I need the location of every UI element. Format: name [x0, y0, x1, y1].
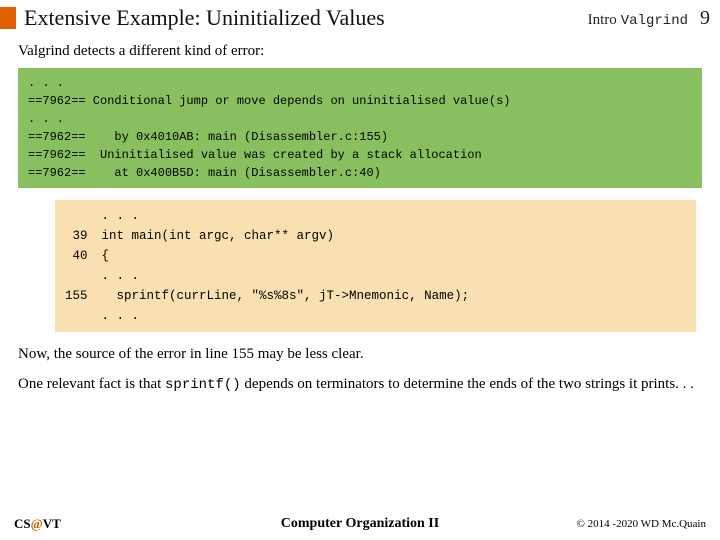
footer-at: @ — [31, 516, 43, 531]
footer-left: CS@VT — [14, 516, 61, 532]
paragraph-1: Now, the source of the error in line 155… — [18, 344, 702, 364]
footer-cs: CS — [14, 516, 31, 531]
header-right-label: Intro — [588, 12, 617, 29]
code-line-numbers: 39 40 155 — [65, 206, 102, 326]
intro-text: Valgrind detects a different kind of err… — [18, 43, 702, 60]
para2-prefix: One relevant fact is that — [18, 376, 165, 392]
slide-header-right: Intro Valgrind 9 — [588, 7, 710, 30]
para2-monospace: sprintf() — [165, 377, 241, 393]
footer-vt: VT — [43, 516, 61, 531]
orange-bullet-icon — [0, 7, 16, 29]
slide-footer: CS@VT Computer Organization II © 2014 -2… — [0, 516, 720, 532]
code-content: . . . int main(int argc, char** argv) { … — [102, 206, 470, 326]
slide-title: Extensive Example: Uninitialized Values — [24, 5, 588, 31]
footer-right: © 2014 -2020 WD Mc.Quain — [577, 518, 706, 530]
para2-suffix: depends on terminators to determine the … — [241, 376, 694, 392]
source-code-block: 39 40 155 . . . int main(int argc, char*… — [55, 200, 696, 332]
page-number: 9 — [700, 7, 710, 30]
paragraph-2: One relevant fact is that sprintf() depe… — [18, 374, 702, 395]
valgrind-output-block: . . . ==7962== Conditional jump or move … — [18, 68, 702, 188]
slide-header: Extensive Example: Uninitialized Values … — [0, 0, 720, 33]
footer-center: Computer Organization II — [281, 516, 439, 532]
header-right-mono: Valgrind — [621, 13, 688, 29]
